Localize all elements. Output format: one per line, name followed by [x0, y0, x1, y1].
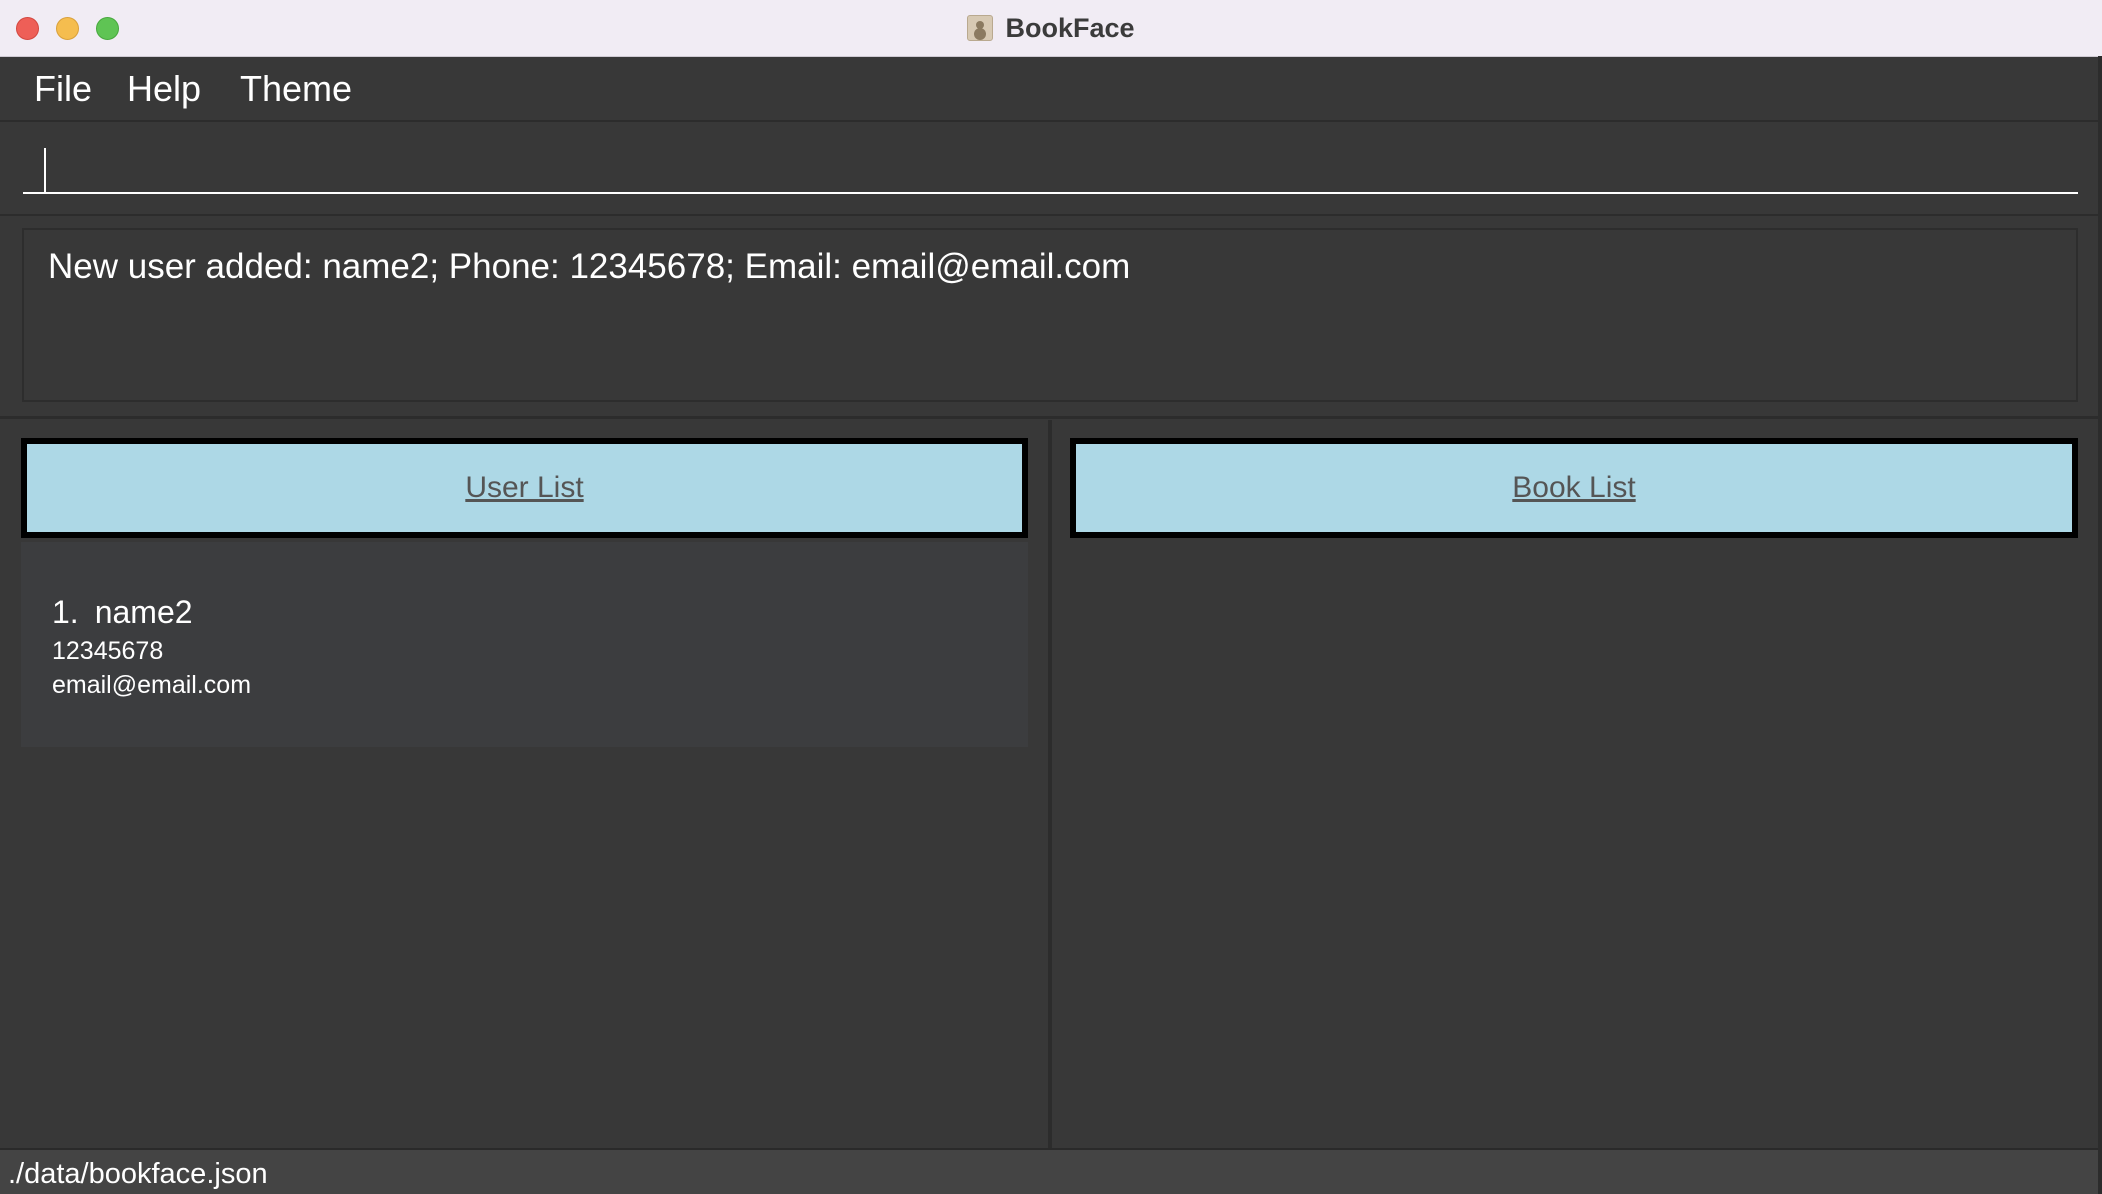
- user-phone: 12345678: [52, 637, 164, 665]
- user-list-header-label[interactable]: User List: [465, 471, 583, 505]
- save-file-path: ./data/bookface.json: [8, 1158, 268, 1190]
- user-index: 1.: [52, 594, 79, 630]
- user-email: email@email.com: [52, 671, 252, 699]
- text-caret: [44, 148, 46, 192]
- user-name-line: 1. name2: [52, 592, 193, 632]
- title-bar: BookFace: [0, 0, 2102, 57]
- menu-help[interactable]: Help: [127, 67, 201, 111]
- user-name: name2: [94, 594, 193, 630]
- list-item[interactable]: 1. name2 12345678 email@email.com: [21, 542, 1028, 747]
- book-list-panel: Book List: [1052, 420, 2102, 1148]
- result-message: New user added: name2; Phone: 12345678; …: [48, 247, 1131, 286]
- title-group: BookFace: [0, 0, 2102, 56]
- window-edge: [2098, 56, 2102, 1194]
- book-list-header[interactable]: Book List: [1070, 438, 2078, 538]
- app-window: BookFace File Help Theme New user added:…: [0, 0, 2102, 1194]
- command-input[interactable]: [23, 140, 2078, 194]
- user-list-panel: User List 1. name2 12345678 email@email.c…: [0, 420, 1052, 1148]
- book-list-header-label[interactable]: Book List: [1512, 471, 1635, 505]
- status-bar: ./data/bookface.json: [0, 1148, 2102, 1194]
- result-display: New user added: name2; Phone: 12345678; …: [22, 228, 2078, 402]
- menu-file[interactable]: File: [34, 67, 92, 111]
- window-title: BookFace: [1005, 12, 1135, 43]
- contact-card-icon: [967, 15, 994, 41]
- menu-theme[interactable]: Theme: [240, 67, 352, 111]
- result-display-area: New user added: name2; Phone: 12345678; …: [0, 216, 2102, 419]
- menu-bar: File Help Theme: [0, 57, 2102, 122]
- user-list-header[interactable]: User List: [21, 438, 1028, 538]
- command-box: [0, 122, 2102, 216]
